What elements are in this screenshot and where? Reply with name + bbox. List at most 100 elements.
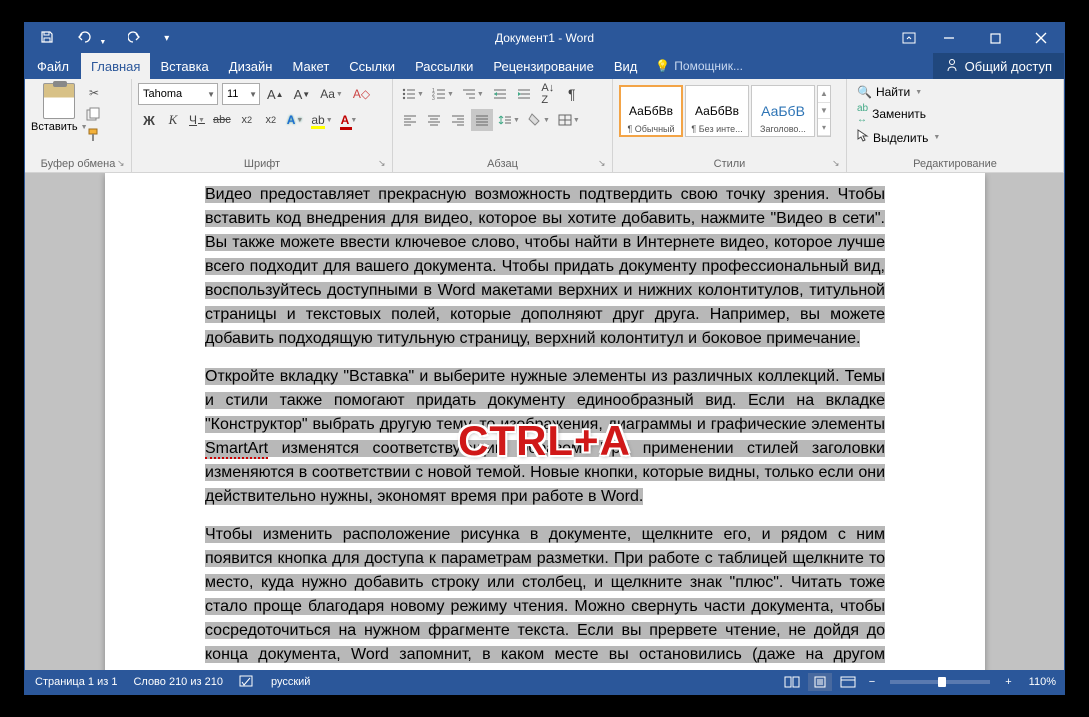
increase-indent-button[interactable]	[513, 83, 535, 105]
styles-launcher-icon[interactable]: ↘	[832, 158, 842, 168]
cut-button[interactable]: ✂	[85, 85, 103, 101]
paragraph-1[interactable]: Видео предоставляет прекрасную возможнос…	[205, 186, 885, 347]
style-heading1[interactable]: АаБбВ Заголово...	[751, 85, 815, 137]
multilevel-button[interactable]: ▼	[459, 83, 487, 105]
svg-text:3: 3	[432, 96, 435, 100]
font-name-combo[interactable]: Tahoma▼	[138, 83, 218, 105]
group-styles: АаБбВв ¶ Обычный АаБбВв ¶ Без инте... Аа…	[613, 79, 847, 172]
zoom-level[interactable]: 110%	[1029, 676, 1056, 688]
underline-button[interactable]: Ч▼	[186, 109, 208, 131]
redo-icon[interactable]	[128, 30, 142, 47]
group-label-styles: Стили	[613, 158, 846, 170]
tab-mailings[interactable]: Рассылки	[405, 53, 483, 79]
tab-review[interactable]: Рецензирование	[483, 53, 603, 79]
strikethrough-button[interactable]: abc	[210, 109, 234, 131]
bullets-button[interactable]: ▼	[399, 83, 427, 105]
tab-home[interactable]: Главная	[81, 53, 150, 79]
decrease-indent-button[interactable]	[489, 83, 511, 105]
paragraph-launcher-icon[interactable]: ↘	[598, 158, 608, 168]
font-size-combo[interactable]: 11▼	[222, 83, 260, 105]
quick-access-toolbar: ▼ ▾	[40, 30, 169, 47]
maximize-button[interactable]	[972, 23, 1018, 53]
ribbon-display-options-icon[interactable]	[892, 23, 926, 53]
borders-button[interactable]: ▼	[555, 109, 583, 131]
align-center-button[interactable]	[423, 109, 445, 131]
replace-icon: ab↔	[857, 103, 868, 125]
copy-button[interactable]	[85, 106, 103, 122]
font-color-button[interactable]: A▼	[338, 109, 361, 131]
zoom-out-button[interactable]: −	[864, 676, 880, 688]
font-launcher-icon[interactable]: ↘	[378, 158, 388, 168]
tab-insert[interactable]: Вставка	[150, 53, 218, 79]
find-button[interactable]: 🔍 Найти▼	[853, 83, 1057, 101]
tab-layout[interactable]: Макет	[282, 53, 339, 79]
styles-more-icon[interactable]: ▾	[818, 119, 830, 136]
styles-gallery: АаБбВв ¶ Обычный АаБбВв ¶ Без инте... Аа…	[619, 85, 840, 137]
replace-button[interactable]: ab↔ Заменить	[853, 101, 1057, 127]
styles-up-icon[interactable]: ▲	[818, 86, 830, 103]
grow-font-button[interactable]: A▲	[264, 83, 287, 105]
print-layout-button[interactable]	[808, 673, 832, 691]
share-button[interactable]: Общий доступ	[933, 53, 1064, 79]
share-icon	[945, 58, 959, 75]
app-window: ▼ ▾ Документ1 - Word Файл Главная Вставк…	[24, 22, 1065, 695]
group-font: Tahoma▼ 11▼ A▲ A▼ Aa▼ A◇ Ж К Ч▼ abc x2 x…	[132, 79, 393, 172]
format-painter-button[interactable]	[85, 127, 103, 143]
tab-view[interactable]: Вид	[604, 53, 648, 79]
title-bar: ▼ ▾ Документ1 - Word	[25, 23, 1064, 53]
style-normal[interactable]: АаБбВв ¶ Обычный	[619, 85, 683, 137]
tab-file[interactable]: Файл	[25, 53, 81, 79]
qat-customize-icon[interactable]: ▾	[164, 33, 169, 44]
smartart-word[interactable]: SmartArt	[205, 440, 268, 459]
close-button[interactable]	[1018, 23, 1064, 53]
window-title: Документ1 - Word	[495, 31, 594, 45]
shading-button[interactable]: ▼	[525, 109, 553, 131]
superscript-button[interactable]: x2	[260, 109, 282, 131]
tell-me-input[interactable]: 💡 Помощник...	[655, 59, 743, 73]
select-button[interactable]: Выделить▼	[853, 127, 1057, 148]
shrink-font-button[interactable]: A▼	[291, 83, 314, 105]
styles-scroll[interactable]: ▲ ▼ ▾	[817, 85, 831, 137]
paste-button[interactable]: Вставить▼	[31, 83, 88, 133]
style-no-spacing[interactable]: АаБбВв ¶ Без инте...	[685, 85, 749, 137]
ribbon-tabs: Файл Главная Вставка Дизайн Макет Ссылки…	[25, 53, 1064, 79]
show-marks-button[interactable]: ¶	[561, 83, 583, 105]
undo-icon[interactable]: ▼	[76, 30, 106, 47]
paste-icon	[43, 83, 75, 119]
paragraph-3[interactable]: Чтобы изменить расположение рисунка в до…	[205, 526, 885, 670]
clipboard-launcher-icon[interactable]: ↘	[117, 158, 127, 168]
subscript-button[interactable]: x2	[236, 109, 258, 131]
status-page[interactable]: Страница 1 из 1	[35, 676, 117, 688]
spellcheck-icon[interactable]	[239, 674, 255, 691]
status-language[interactable]: русский	[271, 676, 310, 688]
zoom-in-button[interactable]: +	[1000, 676, 1016, 688]
bold-button[interactable]: Ж	[138, 109, 160, 131]
sort-button[interactable]: A↓Z	[537, 83, 559, 105]
status-words[interactable]: Слово 210 из 210	[133, 676, 223, 688]
ribbon: Вставить▼ ✂ Буфер обмена ↘ Tahoma▼ 11▼ A…	[25, 79, 1064, 173]
select-icon	[857, 129, 869, 146]
group-clipboard: Вставить▼ ✂ Буфер обмена ↘	[25, 79, 132, 172]
styles-down-icon[interactable]: ▼	[818, 103, 830, 120]
read-mode-button[interactable]	[780, 673, 804, 691]
group-label-paragraph: Абзац	[393, 158, 612, 170]
tab-references[interactable]: Ссылки	[339, 53, 405, 79]
highlight-button[interactable]: ab▼	[308, 109, 335, 131]
align-right-button[interactable]	[447, 109, 469, 131]
justify-button[interactable]	[471, 109, 493, 131]
zoom-slider[interactable]	[890, 680, 990, 684]
italic-button[interactable]: К	[162, 109, 184, 131]
tab-design[interactable]: Дизайн	[219, 53, 283, 79]
align-left-button[interactable]	[399, 109, 421, 131]
save-icon[interactable]	[40, 30, 54, 47]
line-spacing-button[interactable]: ▼	[495, 109, 523, 131]
numbering-button[interactable]: 123▼	[429, 83, 457, 105]
group-label-editing: Редактирование	[847, 158, 1063, 170]
text-effects-button[interactable]: A▼	[284, 109, 307, 131]
clear-formatting-button[interactable]: A◇	[350, 83, 373, 105]
group-label-clipboard: Буфер обмена	[25, 158, 131, 170]
minimize-button[interactable]	[926, 23, 972, 53]
lightbulb-icon: 💡	[655, 59, 670, 73]
web-layout-button[interactable]	[836, 673, 860, 691]
change-case-button[interactable]: Aa▼	[317, 83, 346, 105]
